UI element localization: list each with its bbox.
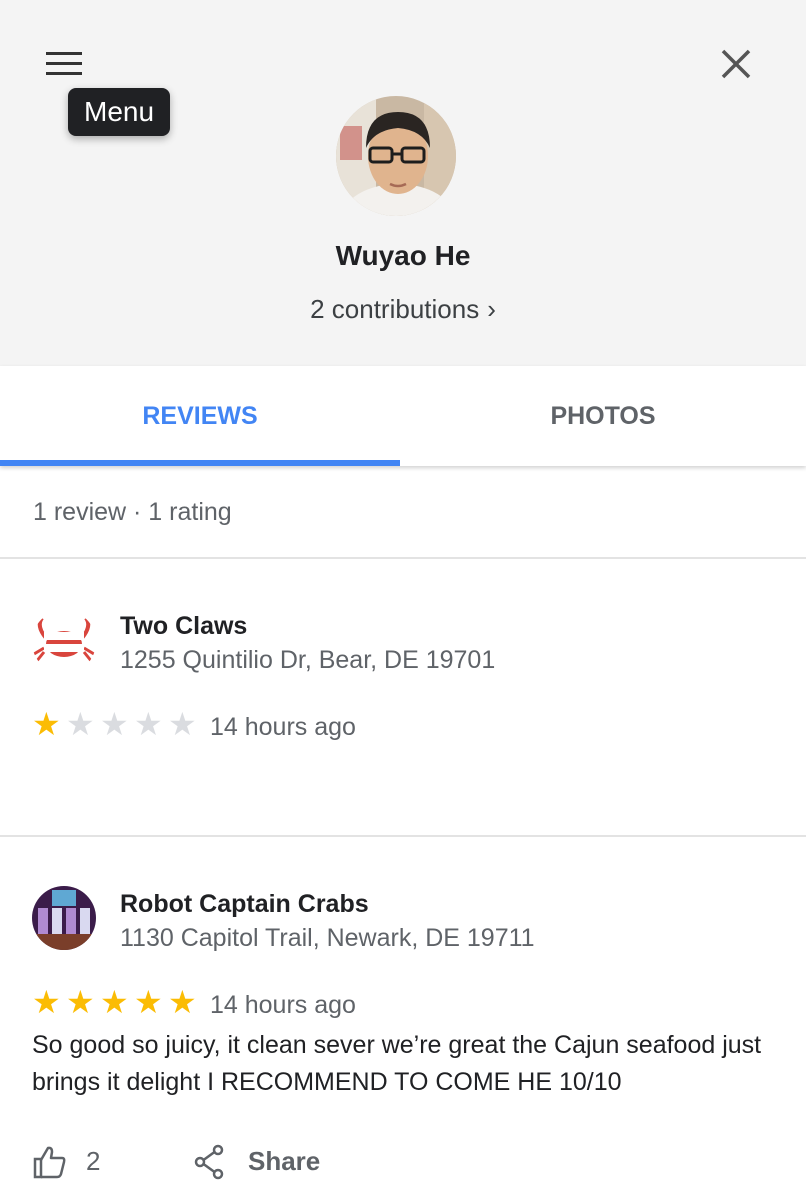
star-icon: ★ [134, 706, 163, 742]
share-button[interactable]: Share [194, 1142, 334, 1182]
star-icon: ★ [168, 706, 197, 742]
tab-photos[interactable]: PHOTOS [400, 366, 806, 466]
divider [0, 557, 806, 559]
chevron-right-icon: › [487, 294, 496, 324]
star-icon: ★ [100, 984, 129, 1020]
review-summary: 1 review · 1 rating [33, 498, 232, 526]
close-button[interactable] [714, 42, 758, 86]
hamburger-menu-icon [46, 52, 82, 55]
close-icon [721, 49, 751, 79]
review-time: 14 hours ago [210, 991, 356, 1019]
active-tab-indicator [0, 460, 400, 466]
contributions-link[interactable]: 2 contributions › [0, 294, 806, 325]
rating-stars: ★ ★ ★ ★ ★ [32, 708, 202, 740]
star-icon: ★ [32, 984, 61, 1020]
review-text: So good so juicy, it clean sever we’re g… [32, 1031, 762, 1096]
star-icon: ★ [168, 984, 197, 1020]
tab-bar: REVIEWS PHOTOS [0, 366, 806, 466]
thumbs-up-icon [33, 1146, 66, 1179]
place-address: 1255 Quintilio Dr, Bear, DE 19701 [120, 646, 496, 674]
divider [0, 835, 806, 837]
share-label: Share [248, 1146, 321, 1176]
menu-button[interactable] [38, 44, 90, 84]
share-icon [194, 1144, 224, 1180]
tab-reviews[interactable]: REVIEWS [0, 366, 400, 466]
profile-header: Menu Wuyao He 2 contributions › [0, 0, 806, 366]
star-icon: ★ [66, 984, 95, 1020]
profile-name: Wuyao He [335, 240, 471, 271]
place-name[interactable]: Two Claws [120, 612, 247, 641]
place-address: 1130 Capitol Trail, Newark, DE 19711 [120, 924, 535, 952]
avatar[interactable] [336, 96, 456, 216]
place-name[interactable]: Robot Captain Crabs [120, 890, 369, 919]
review-time: 14 hours ago [210, 713, 356, 741]
place-logo-robot-captain-crabs[interactable] [32, 886, 96, 950]
like-count: 2 [86, 1146, 101, 1176]
star-icon: ★ [134, 984, 163, 1020]
rating-stars: ★ ★ ★ ★ ★ [32, 986, 202, 1018]
place-logo-two-claws[interactable] [32, 610, 96, 674]
star-icon: ★ [66, 706, 95, 742]
like-button[interactable]: 2 [32, 1142, 112, 1182]
contributions-label: 2 contributions [310, 294, 480, 324]
star-icon: ★ [32, 706, 61, 742]
star-icon: ★ [100, 706, 129, 742]
menu-tooltip: Menu [68, 88, 171, 136]
